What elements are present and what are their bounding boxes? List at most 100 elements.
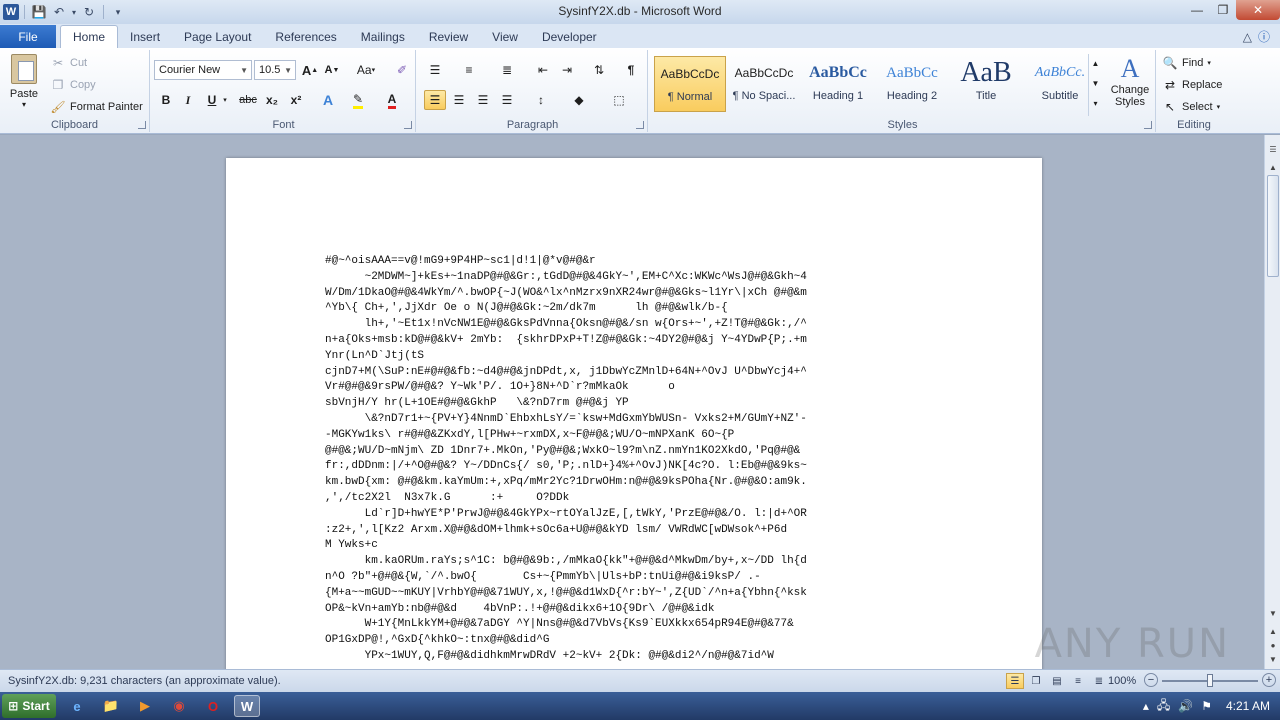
document-line[interactable]: n+a{Oks+msb:kD@#@&kV+ 2mYb: {skhrDPxP+T!… — [325, 333, 945, 349]
tab-references[interactable]: References — [263, 25, 348, 48]
style-title[interactable]: AaB Title — [950, 56, 1022, 112]
shading-button[interactable]: ◆ — [568, 90, 590, 110]
format-painter-button[interactable]: 🖌 Format Painter — [50, 98, 142, 116]
document-line[interactable]: W+1Y{MnLkkYM+@#@&7aDGY ^Y|Nns@#@&d7VbVs{… — [325, 617, 945, 633]
underline-dropdown-icon[interactable]: ▾ — [220, 90, 230, 110]
document-line[interactable]: W/Dm/1DkaO@#@&4WkYm/^.bwOP{~J(WO&^lx^nMz… — [325, 286, 945, 302]
outline-icon[interactable]: ≡ — [1069, 673, 1087, 689]
shrink-font-button[interactable]: A ▼ — [322, 60, 342, 80]
document-line[interactable]: ,',/tc2X2l N3x7k.G :+ O?DDk — [325, 491, 945, 507]
flag-icon[interactable]: ⚑ — [1201, 699, 1212, 713]
scroll-up-icon[interactable]: ▲ — [1265, 159, 1280, 175]
ruler-toggle-icon[interactable]: ☰ — [1265, 141, 1280, 157]
clear-formatting-button[interactable]: ✐ — [392, 60, 412, 80]
file-explorer-icon[interactable]: 📁 — [98, 695, 124, 717]
document-line[interactable]: sbVnjH/Y hr(L+1OE#@#@&GkhP \&?nD7rm @#@&… — [325, 396, 945, 412]
show-formatting-button[interactable]: ¶ — [620, 60, 642, 80]
font-color-button[interactable]: A — [382, 90, 402, 110]
change-case-button[interactable]: Aa ▾ — [352, 60, 380, 80]
select-button[interactable]: ↖ Select ▾ — [1162, 98, 1220, 116]
document-line[interactable]: ^Yb\{ Ch+,',JjXdr Oe o N(J@#@&Gk:~2m/dk7… — [325, 301, 945, 317]
word-app-icon[interactable]: W — [3, 4, 19, 20]
draft-icon[interactable]: ≣ — [1090, 673, 1108, 689]
next-page-icon[interactable]: ▼ — [1265, 651, 1280, 667]
copy-button[interactable]: ❐ Copy — [50, 76, 96, 94]
tab-developer[interactable]: Developer — [530, 25, 609, 48]
minimize-button[interactable]: — — [1184, 0, 1210, 20]
center-button[interactable]: ☰ — [448, 90, 470, 110]
change-styles-button[interactable]: A Change Styles — [1106, 54, 1154, 108]
full-screen-reading-icon[interactable]: ❐ — [1027, 673, 1045, 689]
paste-dropdown-icon[interactable]: ▾ — [6, 100, 42, 109]
tray-expand-icon[interactable]: ▴ — [1143, 699, 1149, 713]
justify-button[interactable]: ☰ — [496, 90, 518, 110]
document-line[interactable]: cjnD7+M(\SuP:nE#@#@&fb:~d4@#@&jnDPdt,x, … — [325, 365, 945, 381]
style-normal[interactable]: AaBbCcDc ¶ Normal — [654, 56, 726, 112]
document-line[interactable]: km.kaORUm.raYs;s^1C: b@#@&9b:,/mMkaO{kk"… — [325, 554, 945, 570]
paste-button[interactable]: Paste ▾ — [6, 54, 42, 109]
underline-button[interactable]: U — [202, 90, 222, 110]
document-line[interactable]: Ld`r]D+hwYE*P'PrwJ@#@&4GkYPx~rtOYalJzE,[… — [325, 507, 945, 523]
save-icon[interactable]: 💾 — [30, 3, 48, 21]
tab-file[interactable]: File — [0, 25, 56, 48]
word-taskbar-icon[interactable]: W — [234, 695, 260, 717]
align-right-button[interactable]: ☰ — [472, 90, 494, 110]
zoom-level[interactable]: 100% — [1108, 675, 1136, 687]
style-subtitle[interactable]: AaBbCc. Subtitle — [1024, 56, 1096, 112]
network-icon[interactable]: 🖧 — [1157, 696, 1170, 717]
text-effects-button[interactable]: A — [318, 90, 338, 110]
document-line[interactable]: OP&~kVn+amYb:nb@#@&d 4bVnP:.!+@#@&dikx6+… — [325, 602, 945, 618]
document-line[interactable]: lh+,'~Et1x!nVcNW1E@#@&GksPdVnna{Oksn@#@&… — [325, 317, 945, 333]
numbering-button[interactable]: ≡ — [458, 60, 480, 80]
styles-scroll-up-icon[interactable]: ▲ — [1089, 54, 1102, 74]
document-line[interactable]: fr:,dDDnm:|/+^O@#@&? Y~/DDnCs{/ s0,'P;.n… — [325, 459, 945, 475]
minimize-ribbon-icon[interactable]: △ — [1243, 30, 1252, 44]
scroll-down-icon[interactable]: ▼ — [1265, 605, 1280, 621]
internet-explorer-icon[interactable]: e — [64, 695, 90, 717]
help-icon[interactable]: ⓘ — [1258, 28, 1270, 45]
document-line[interactable]: @#@&;WU/D~mNjm\ ZD 1Dnr7+.MkOn,'Py@#@&;W… — [325, 444, 945, 460]
tab-view[interactable]: View — [480, 25, 530, 48]
undo-dropdown-icon[interactable]: ▾ — [70, 3, 78, 21]
replace-button[interactable]: ⇄ Replace — [1162, 76, 1222, 94]
web-layout-icon[interactable]: ▤ — [1048, 673, 1066, 689]
grow-font-button[interactable]: A ▲ — [300, 60, 320, 80]
find-button[interactable]: 🔍 Find ▾ — [1162, 54, 1211, 72]
style-heading-1[interactable]: AaBbCc Heading 1 — [802, 56, 874, 112]
subscript-button[interactable]: x₂ — [262, 90, 282, 110]
undo-icon[interactable]: ↶ — [50, 3, 68, 21]
document-line[interactable]: km.bwD{xm: @#@&km.kaYmUm:+,xPq/mMr2Yc?1D… — [325, 475, 945, 491]
font-name-combo[interactable]: Courier New ▼ — [154, 60, 252, 80]
clock[interactable]: 4:21 AM — [1226, 699, 1270, 713]
highlight-button[interactable]: ✎ — [348, 90, 368, 110]
tab-page-layout[interactable]: Page Layout — [172, 25, 263, 48]
line-spacing-button[interactable]: ↕ — [530, 90, 552, 110]
styles-launcher-icon[interactable] — [1144, 121, 1152, 129]
document-line[interactable]: n^O ?b"+@#@&{W,`/^.bwO{ Cs+~{PmmYb\|Uls+… — [325, 570, 945, 586]
italic-button[interactable]: I — [178, 90, 198, 110]
decrease-indent-button[interactable]: ⇤ — [532, 60, 554, 80]
clipboard-launcher-icon[interactable] — [138, 121, 146, 129]
style-heading-2[interactable]: AaBbCc Heading 2 — [876, 56, 948, 112]
scroll-thumb[interactable] — [1267, 175, 1279, 277]
vertical-scrollbar[interactable]: ☰ ▲ ▼ ▲ ● ▼ — [1264, 135, 1280, 669]
opera-icon[interactable]: O — [200, 695, 226, 717]
align-left-button[interactable]: ☰ — [424, 90, 446, 110]
zoom-in-button[interactable]: + — [1262, 673, 1276, 687]
zoom-slider-thumb[interactable] — [1207, 674, 1213, 687]
document-body[interactable]: #@~^oisAAA==v@!mG9+9P4HP~sc1|d!1|@*v@#@&… — [325, 254, 945, 665]
document-line[interactable]: ~2MDWM~]+kEs+~1naDP@#@&Gr:,tGdD@#@&4GkY~… — [325, 270, 945, 286]
print-layout-icon[interactable]: ☰ — [1006, 673, 1024, 689]
style-no-spacing[interactable]: AaBbCcDc ¶ No Spaci... — [728, 56, 800, 112]
document-page[interactable]: #@~^oisAAA==v@!mG9+9P4HP~sc1|d!1|@*v@#@&… — [226, 158, 1042, 669]
strikethrough-button[interactable]: abc — [236, 90, 260, 110]
media-player-icon[interactable]: ▶ — [132, 695, 158, 717]
volume-icon[interactable]: 🔊 — [1178, 699, 1193, 713]
styles-scroll-down-icon[interactable]: ▼ — [1089, 74, 1102, 94]
document-line[interactable]: #@~^oisAAA==v@!mG9+9P4HP~sc1|d!1|@*v@#@&… — [325, 254, 945, 270]
document-line[interactable]: {M+a~~mGUD~~mKUY|VrhbY@#@&71WUY,x,!@#@&d… — [325, 586, 945, 602]
styles-more-icon[interactable]: ▾ — [1089, 94, 1102, 114]
close-button[interactable]: ✕ — [1236, 0, 1280, 20]
tab-review[interactable]: Review — [417, 25, 480, 48]
sort-button[interactable]: ⇅ — [588, 60, 610, 80]
